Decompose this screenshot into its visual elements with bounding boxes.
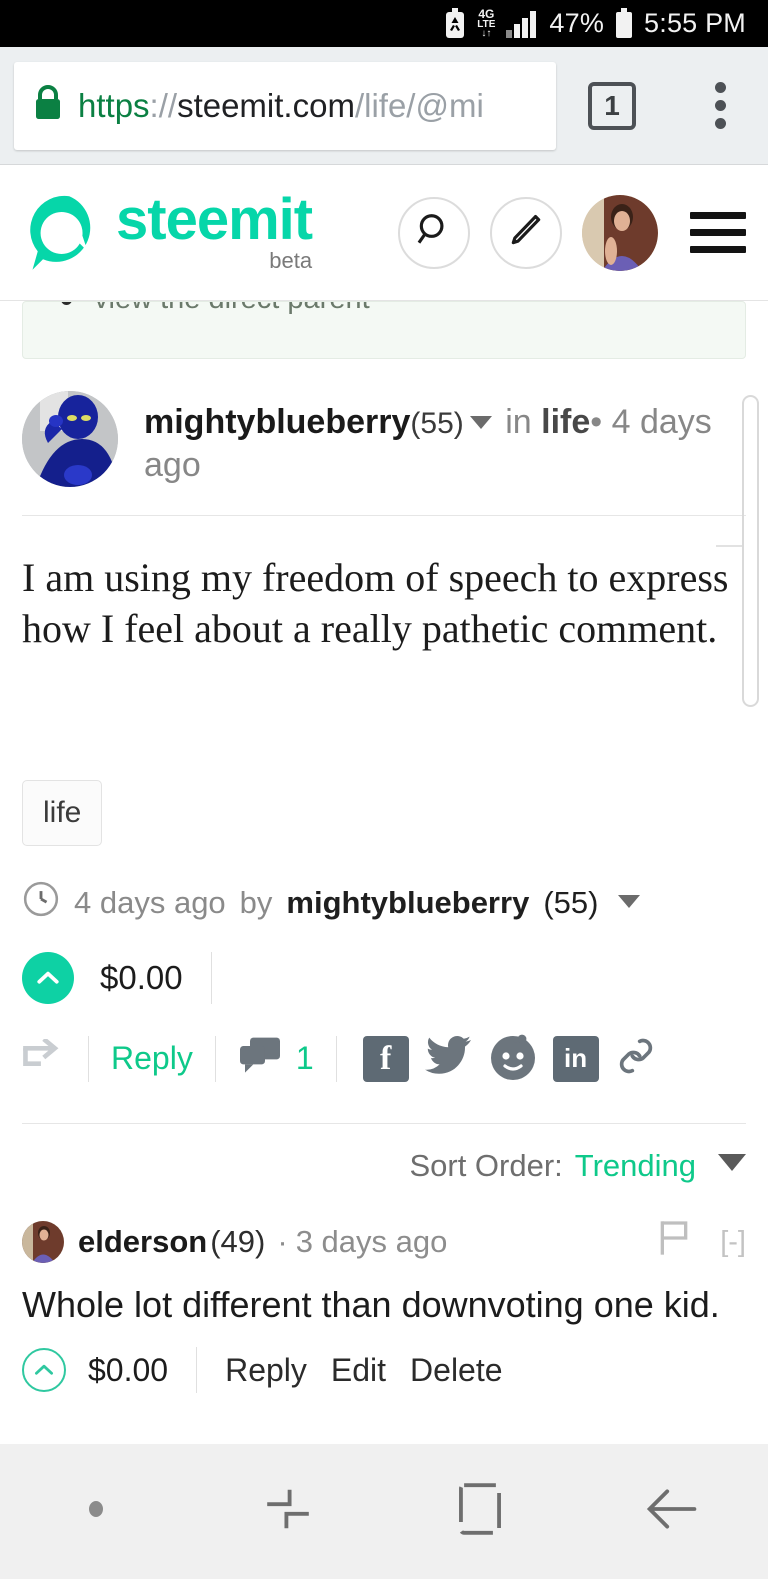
upvote-button[interactable] (22, 1348, 66, 1393)
4g-lte-icon: 4G LTE ↓↑ (477, 7, 496, 39)
post-category[interactable]: life (541, 403, 590, 441)
comment-bubble-icon[interactable] (238, 1036, 282, 1081)
user-avatar[interactable] (582, 194, 658, 271)
signal-bars-icon (505, 10, 539, 38)
chevron-down-icon[interactable] (718, 1153, 746, 1171)
comment-age: 3 days ago (295, 1224, 448, 1260)
menu-dot-button[interactable] (0, 1498, 192, 1525)
tab-counter-button[interactable]: 1 (588, 81, 636, 130)
comment-count[interactable]: 1 (296, 1040, 314, 1077)
home-button[interactable] (384, 1482, 576, 1541)
battery-recycle-icon (443, 7, 467, 40)
post-header: mightyblueberry(55) in life• 4 days ago (0, 359, 768, 487)
post-author-name[interactable]: mightyblueberry (144, 403, 410, 441)
browser-toolbar: https://steemit.com/life/@mi 1 (0, 47, 768, 165)
divider (210, 952, 212, 1005)
hamburger-menu-icon[interactable] (690, 212, 746, 253)
twitter-share-icon[interactable] (424, 1034, 473, 1083)
in-label: in (505, 403, 532, 441)
battery-percent-label: 47% (549, 8, 605, 38)
comment-author-avatar[interactable] (22, 1221, 64, 1264)
address-bar[interactable]: https://steemit.com/life/@mi (14, 61, 556, 150)
android-nav-bar (0, 1444, 768, 1579)
post-payout-row: $0.00 (0, 926, 768, 1005)
comment-body-text: Whole lot different than downvoting one … (22, 1284, 720, 1326)
url-separator: :// (149, 86, 178, 124)
byline-reputation: (55) (543, 885, 599, 921)
comment-author-name[interactable]: elderson (78, 1224, 207, 1260)
resteem-icon[interactable] (22, 1037, 66, 1078)
comment-separator: · (277, 1224, 288, 1260)
tag-chip[interactable]: life (22, 780, 103, 847)
byline-author[interactable]: mightyblueberry (286, 885, 529, 921)
clock-label: 5:55 PM (644, 8, 746, 38)
copy-link-icon[interactable] (615, 1034, 657, 1083)
steemit-header: steemit beta (0, 165, 768, 301)
post-body-text: I am using my freedom of speech to expre… (22, 555, 729, 652)
post-author-avatar[interactable] (22, 391, 118, 487)
steemit-logo-icon (22, 191, 106, 275)
bullet-icon (61, 302, 72, 305)
flag-icon[interactable] (656, 1218, 692, 1266)
post-byline: 4 days ago by mightyblueberry (55) (0, 846, 768, 926)
pencil-icon (507, 211, 545, 254)
comment-header: elderson (49) · 3 days ago [-] (22, 1218, 746, 1266)
kebab-menu-icon[interactable] (700, 82, 740, 129)
comment-delete-button[interactable]: Delete (410, 1352, 503, 1389)
menu-dot-icon (85, 1498, 107, 1525)
meta-dot: • (590, 403, 603, 441)
comment-action-row: $0.00 Reply Edit Delete (22, 1329, 746, 1394)
collapse-comment-button[interactable]: [-] (720, 1226, 746, 1259)
share-icons: f in (362, 1032, 657, 1085)
scroll-tick-mark (716, 545, 742, 547)
parent-note-text[interactable]: view the direct parent (94, 302, 370, 316)
search-button[interactable] (398, 196, 470, 269)
post-meta: mightyblueberry(55) in life• 4 days ago (144, 391, 746, 487)
page-content: view the direct parent migh (0, 301, 768, 1451)
sort-order-value[interactable]: Trending (575, 1148, 696, 1184)
battery-icon (614, 7, 634, 40)
home-icon (456, 1482, 504, 1541)
comment-payout-amount[interactable]: $0.00 (88, 1352, 168, 1389)
url-text: https://steemit.com/life/@mi (78, 87, 484, 125)
post-action-row: Reply 1 f in (0, 1004, 768, 1085)
url-scheme: https (78, 86, 150, 124)
linkedin-share-icon[interactable]: in (552, 1035, 599, 1082)
divider (196, 1347, 198, 1394)
sort-order-label: Sort Order: (409, 1148, 563, 1184)
post-tags: life (0, 654, 768, 847)
back-button[interactable] (576, 1485, 768, 1538)
page-scrollbar[interactable] (742, 395, 759, 707)
lock-icon (32, 83, 64, 128)
comment-author-reputation: (49) (210, 1224, 266, 1260)
comment-reply-button[interactable]: Reply (225, 1352, 307, 1389)
reddit-share-icon[interactable] (489, 1032, 537, 1085)
post-author-reputation: (55) (410, 407, 464, 440)
brand-beta-label: beta (269, 248, 313, 274)
compose-button[interactable] (490, 196, 562, 269)
search-icon (415, 211, 453, 254)
url-path: /life/@mi (354, 86, 484, 124)
sort-order-control[interactable]: Sort Order: Trending (0, 1124, 768, 1184)
brand-logo-link[interactable]: steemit beta (22, 186, 313, 275)
chevron-down-icon[interactable] (618, 894, 641, 908)
recent-apps-icon (264, 1485, 312, 1538)
recent-apps-button[interactable] (192, 1485, 384, 1538)
chevron-down-icon[interactable] (469, 415, 492, 429)
facebook-share-icon[interactable]: f (362, 1035, 409, 1082)
reply-button[interactable]: Reply (111, 1040, 193, 1077)
url-host: steemit.com (177, 86, 355, 124)
back-arrow-icon (646, 1485, 698, 1538)
parent-post-note: view the direct parent (22, 301, 746, 359)
byline-age: 4 days ago (74, 885, 226, 921)
brand-name: steemit (116, 186, 313, 252)
clock-icon (22, 880, 60, 926)
upvote-button[interactable] (22, 952, 74, 1005)
comment-edit-button[interactable]: Edit (331, 1352, 386, 1389)
post-payout-amount[interactable]: $0.00 (100, 959, 183, 997)
comment-item: elderson (49) · 3 days ago [-] Whole lot … (0, 1184, 768, 1394)
android-status-bar: 4G LTE ↓↑ 47% 5:55 PM (0, 0, 768, 47)
byline-by-label: by (239, 885, 273, 921)
